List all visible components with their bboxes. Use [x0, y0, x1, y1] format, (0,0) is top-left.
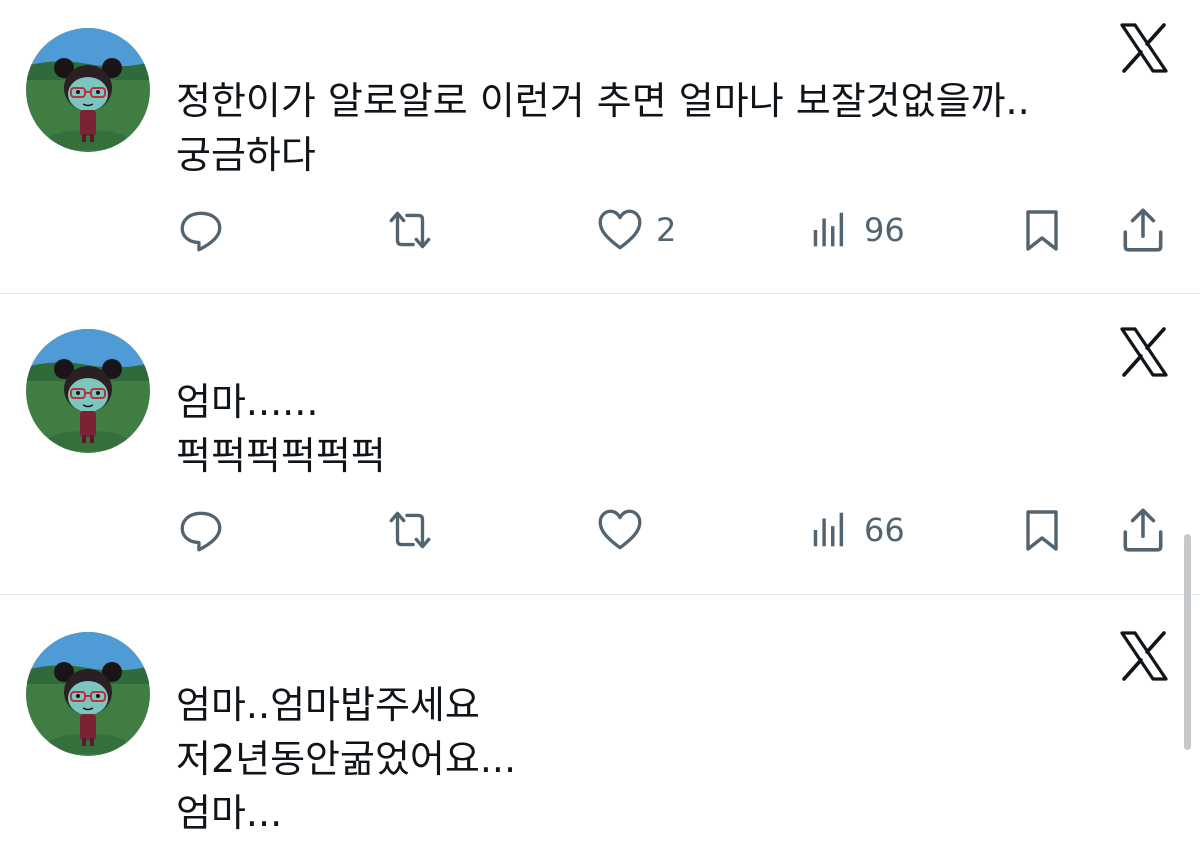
heart-icon	[594, 505, 646, 555]
scrollbar[interactable]	[1184, 534, 1191, 750]
share-button[interactable]	[1118, 500, 1168, 560]
retweet-button[interactable]	[384, 200, 436, 260]
views-button[interactable]: 96	[808, 200, 905, 260]
like-button[interactable]	[594, 500, 656, 560]
retweet-icon	[384, 505, 436, 555]
reply-button[interactable]	[176, 500, 226, 560]
reply-icon	[176, 205, 226, 255]
avatar[interactable]	[26, 329, 150, 453]
reply-button[interactable]	[176, 200, 226, 260]
view-count: 96	[864, 211, 905, 249]
x-logo-icon	[1118, 630, 1170, 682]
views-icon	[808, 205, 854, 255]
bookmark-icon	[1018, 505, 1066, 555]
share-icon	[1118, 505, 1168, 555]
share-button[interactable]	[1118, 200, 1168, 260]
avatar[interactable]	[26, 28, 150, 152]
retweet-icon	[384, 205, 436, 255]
post: 엄마..엄마밥주세요 저2년동안굶었어요... 엄마...	[0, 596, 1200, 856]
post-text: 엄마..엄마밥주세요 저2년동안굶었어요... 엄마...	[176, 683, 517, 835]
bookmark-icon	[1018, 205, 1066, 255]
action-bar: 2 96	[0, 200, 1200, 260]
post-text: 엄마...... 퍽퍽퍽퍽퍽퍽	[176, 380, 386, 478]
post: 엄마...... 퍽퍽퍽퍽퍽퍽 66	[0, 295, 1200, 595]
share-icon	[1118, 205, 1168, 255]
retweet-button[interactable]	[384, 500, 436, 560]
post-text: 정한이가 알로알로 이런거 추면 얼마나 보잘것없을까.. 궁금하다	[176, 79, 1030, 177]
x-logo-icon	[1118, 22, 1170, 74]
bookmark-button[interactable]	[1018, 500, 1066, 560]
avatar[interactable]	[26, 632, 150, 756]
reply-icon	[176, 505, 226, 555]
view-count: 66	[864, 511, 905, 549]
action-bar: 66	[0, 500, 1200, 560]
bookmark-button[interactable]	[1018, 200, 1066, 260]
post: 정한이가 알로알로 이런거 추면 얼마나 보잘것없을까.. 궁금하다 2 96	[0, 0, 1200, 294]
like-button[interactable]: 2	[594, 200, 676, 260]
like-count: 2	[656, 211, 677, 249]
heart-icon	[594, 205, 646, 255]
views-icon	[808, 505, 854, 555]
x-logo-icon	[1118, 326, 1170, 378]
views-button[interactable]: 66	[808, 500, 905, 560]
